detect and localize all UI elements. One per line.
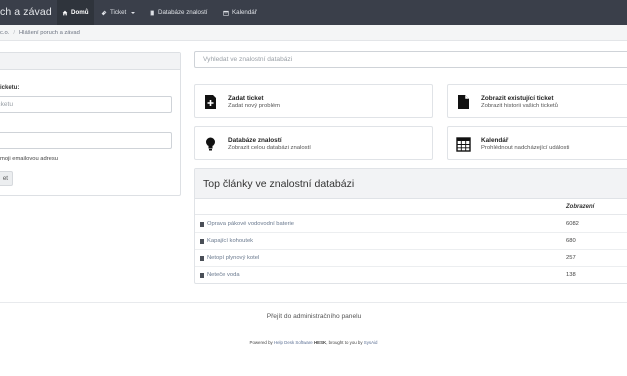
card-title: Kalendář	[481, 137, 509, 144]
book-icon	[150, 10, 154, 15]
card-description: Zadat nový problém	[228, 103, 281, 109]
footer-divider	[0, 302, 627, 303]
card-new-ticket[interactable]: Zadat ticket Zadat nový problém	[194, 84, 433, 118]
ticket-id-label: icketu:	[0, 85, 20, 91]
article-views: 257	[566, 255, 576, 261]
article-title: Oprava pákové vodovodní baterie	[207, 221, 295, 227]
card-description: Zobrazit celou databázi znalostí	[228, 145, 311, 151]
views-column-header: Zobrazení	[566, 204, 595, 210]
breadcrumb-item-company[interactable]: c.o.	[0, 30, 9, 36]
card-description: Prohlédnout nadcházející události	[481, 145, 570, 151]
document-icon	[200, 221, 204, 227]
card-title: Zobrazit existující ticket	[481, 95, 554, 102]
top-articles-panel: Top články ve znalostní databázi Zobraze…	[194, 168, 627, 284]
card-view-ticket[interactable]: Zobrazit existující ticket Zobrazit hist…	[447, 84, 627, 118]
card-title: Zadat ticket	[228, 95, 264, 102]
view-ticket-panel	[0, 52, 181, 196]
table-row: Neteče voda 138	[195, 267, 627, 283]
nav-item-label: Domů	[71, 9, 89, 16]
document-icon	[200, 272, 204, 278]
lightbulb-icon	[206, 137, 215, 151]
top-articles-heading: Top články ve znalostní databázi	[195, 169, 627, 199]
document-icon	[458, 95, 469, 109]
add-ticket-icon	[205, 95, 216, 109]
nav-item-knowledgebase[interactable]: Databáze znalostí	[144, 0, 213, 25]
card-knowledgebase[interactable]: Databáze znalostí Zobrazit celou databáz…	[194, 126, 433, 160]
ticket-id-input[interactable]: ticketu	[0, 96, 172, 113]
home-icon	[62, 10, 68, 15]
admin-panel-link[interactable]: Přejít do administračního panelu	[0, 313, 627, 320]
article-title: Kapající kohoutek	[207, 238, 254, 244]
knowledgebase-search-input[interactable]: Vyhledat ve znalostní databázi	[194, 51, 627, 68]
table-row: Kapající kohoutek 680	[195, 233, 627, 250]
nav-item-label: Kalendář	[232, 9, 257, 16]
panel-header	[0, 53, 180, 70]
card-title: Databáze znalostí	[228, 137, 282, 144]
article-link[interactable]: Kapající kohoutek	[200, 238, 253, 244]
nav-item-label: Ticket	[110, 9, 127, 16]
powered-mid: , brought to you by	[326, 340, 363, 345]
top-navbar: ch a závad Domů Ticket Databáze znalostí…	[0, 0, 627, 25]
breadcrumb-separator: /	[13, 30, 15, 36]
brand-title[interactable]: ch a závad	[0, 0, 52, 25]
powered-prefix: Powered by	[249, 340, 273, 345]
nav-item-calendar[interactable]: Kalendář	[218, 0, 262, 25]
document-icon	[200, 238, 204, 244]
article-views: 138	[566, 272, 576, 278]
help-desk-software-link[interactable]: Help Desk Software	[274, 340, 313, 345]
article-title: Neteče voda	[207, 272, 240, 278]
article-views: 6082	[566, 221, 579, 227]
article-link[interactable]: Netopí plynový kotel	[200, 255, 259, 261]
card-calendar[interactable]: Kalendář Prohlédnout nadcházející událos…	[447, 126, 627, 160]
table-row: Netopí plynový kotel 257	[195, 250, 627, 267]
breadcrumb: c.o. / Hlášení poruch a závad	[0, 25, 627, 41]
article-views: 680	[566, 238, 576, 244]
nav-item-ticket[interactable]: Ticket	[96, 0, 140, 25]
table-header-row: Zobrazení	[195, 200, 627, 215]
article-link[interactable]: Neteče voda	[200, 272, 240, 278]
sysaid-link[interactable]: SysAid	[364, 340, 378, 345]
calendar-icon	[456, 137, 471, 152]
ticket-icon	[101, 10, 107, 15]
powered-by-text: Powered by Help Desk Software HESK, brou…	[0, 340, 627, 345]
card-description: Zobrazit historii vašich ticketů	[481, 103, 558, 109]
breadcrumb-item-current: Hlášení poruch a závad	[18, 30, 80, 36]
article-link[interactable]: Oprava pákové vodovodní baterie	[200, 221, 294, 227]
article-title: Netopí plynový kotel	[207, 255, 260, 261]
chevron-down-icon	[131, 11, 136, 14]
calendar-icon	[223, 10, 229, 16]
email-input[interactable]	[0, 132, 172, 149]
view-ticket-button[interactable]: et	[0, 171, 13, 186]
document-icon	[200, 255, 204, 261]
email-checkbox-label[interactable]: moji emailovou adresu	[0, 156, 58, 162]
hesk-brand: HESK	[313, 340, 327, 345]
table-row: Oprava pákové vodovodní baterie 6082	[195, 216, 627, 233]
nav-item-label: Databáze znalostí	[158, 9, 208, 16]
nav-item-home[interactable]: Domů	[57, 0, 94, 25]
